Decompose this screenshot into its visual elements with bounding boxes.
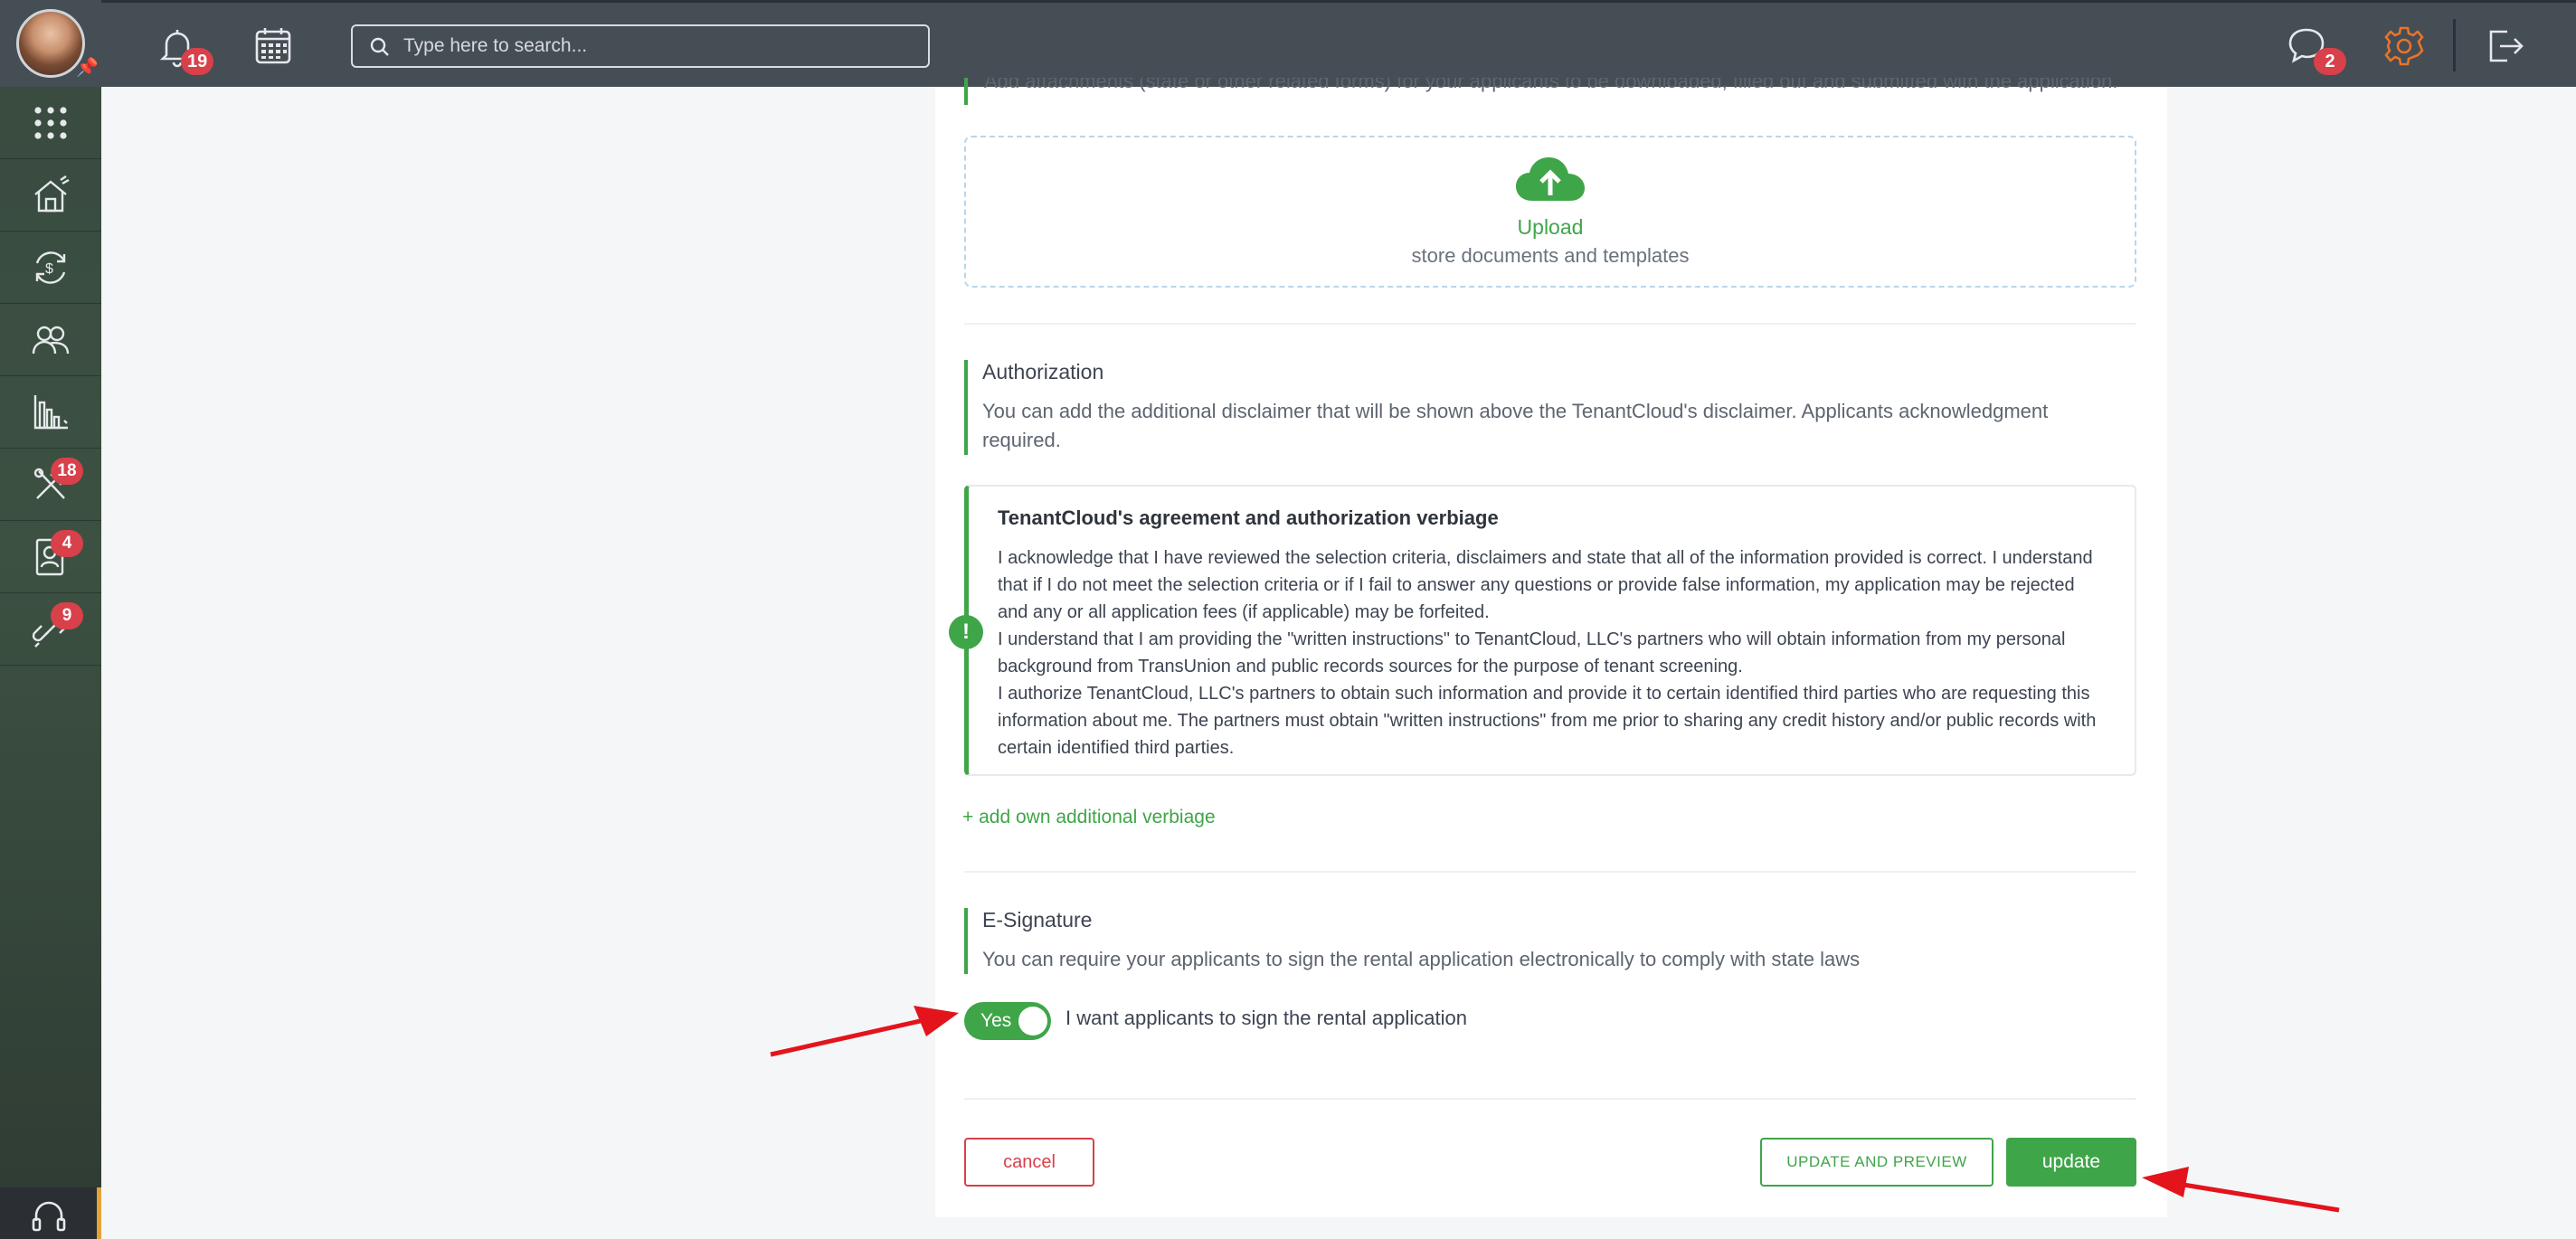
sidebar-item-properties[interactable] — [0, 159, 101, 232]
exclamation-icon: ! — [949, 615, 983, 649]
attachments-section: Add attachments (state or other related … — [964, 78, 2136, 105]
cancel-button[interactable]: cancel — [964, 1138, 1094, 1187]
sidebar-item-listings[interactable]: 9 — [0, 593, 101, 666]
verbiage-paragraph: I understand that I am providing the "wr… — [998, 629, 2066, 676]
divider — [964, 323, 2136, 325]
applications-badge: 4 — [51, 530, 83, 557]
divider — [964, 871, 2136, 873]
attachments-description: Add attachments (state or other related … — [984, 78, 2118, 92]
annotation-arrow-icon — [2142, 1167, 2340, 1213]
update-and-preview-button[interactable]: UPDATE AND PREVIEW — [1760, 1138, 1994, 1187]
authorization-title: Authorization — [982, 360, 1104, 383]
listings-badge: 9 — [51, 602, 83, 629]
support-button[interactable] — [0, 1187, 101, 1239]
apps-grid-icon — [34, 106, 67, 139]
verbiage-paragraph: I acknowledge that I have reviewed the s… — [998, 548, 2093, 622]
cloud-upload-icon — [1516, 157, 1585, 201]
sidebar-item-applications[interactable]: 4 — [0, 521, 101, 593]
authorization-description: You can add the additional disclaimer th… — [982, 400, 2049, 451]
messages-badge: 2 — [2314, 48, 2346, 75]
esignature-section: E-Signature You can require your applica… — [964, 908, 2086, 974]
verbiage-paragraph: I authorize TenantCloud, LLC's partners … — [998, 684, 2097, 758]
house-icon — [34, 175, 70, 212]
money-cycle-icon: $ — [35, 251, 66, 284]
gear-icon[interactable] — [2381, 23, 2428, 70]
sidebar-item-contacts[interactable] — [0, 304, 101, 376]
authorization-section: Authorization You can add the additional… — [964, 360, 2086, 455]
pin-icon[interactable]: 📌 — [76, 56, 99, 79]
esignature-title: E-Signature — [982, 908, 1093, 932]
sidebar-item-reports[interactable] — [0, 376, 101, 449]
verbiage-title: TenantCloud's agreement and authorizatio… — [998, 506, 1499, 529]
annotation-arrow-icon — [770, 1006, 959, 1057]
add-verbiage-link[interactable]: + add own additional verbiage — [962, 807, 1216, 828]
esignature-toggle[interactable]: Yes — [964, 1002, 1051, 1040]
svg-text:$: $ — [45, 261, 53, 277]
topbar: 19 2 — [101, 0, 2576, 87]
logout-icon[interactable] — [2480, 23, 2527, 70]
search-input[interactable] — [403, 28, 910, 64]
toggle-label: Yes — [980, 1010, 1012, 1031]
verbiage-box: ! TenantCloud's agreement and authorizat… — [949, 485, 2136, 776]
upload-label[interactable]: Upload — [966, 215, 2135, 240]
divider — [964, 1098, 2136, 1100]
search-icon — [370, 37, 389, 56]
sidebar-item-apps[interactable] — [0, 87, 101, 159]
calendar-icon[interactable] — [250, 23, 297, 70]
avatar-cell[interactable]: 📌 — [0, 0, 101, 87]
esignature-toggle-text: I want applicants to sign the rental app… — [1065, 1007, 1467, 1029]
search-box[interactable] — [351, 24, 930, 68]
maintenance-badge: 18 — [51, 458, 83, 485]
avatar[interactable] — [16, 9, 85, 78]
upload-dropzone[interactable]: Upload store documents and templates — [964, 136, 2136, 288]
topbar-divider — [2453, 19, 2456, 71]
sidebar: 📌 $ 18 4 9 — [0, 0, 101, 1239]
toggle-knob[interactable] — [1018, 1007, 1047, 1036]
sidebar-item-maintenance[interactable]: 18 — [0, 449, 101, 521]
headset-icon — [32, 1201, 65, 1231]
upload-subtitle: store documents and templates — [1411, 244, 1690, 267]
sidebar-item-accounting[interactable]: $ — [0, 232, 101, 304]
people-icon — [32, 326, 70, 354]
update-button[interactable]: update — [2006, 1138, 2136, 1187]
esignature-description: You can require your applicants to sign … — [982, 948, 1861, 970]
notifications-badge: 19 — [181, 48, 214, 75]
bar-chart-icon — [33, 394, 68, 429]
